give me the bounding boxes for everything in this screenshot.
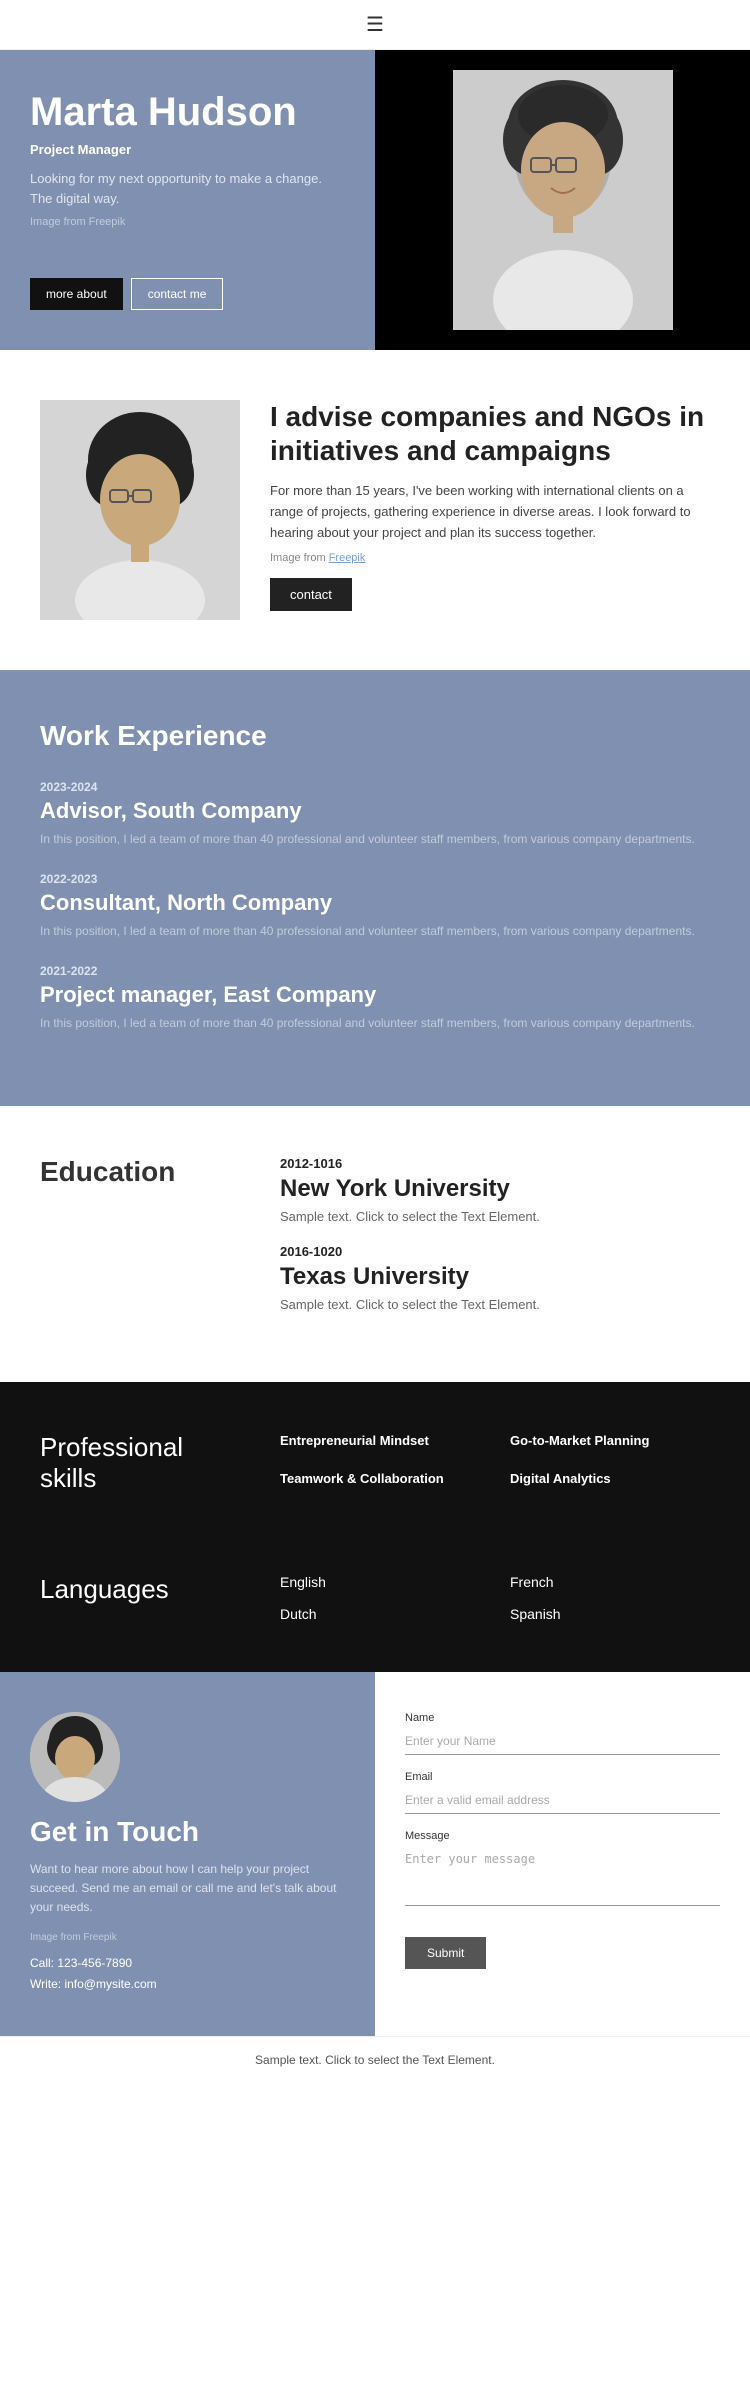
language-english: English xyxy=(280,1574,480,1590)
work-desc-2: In this position, I led a team of more t… xyxy=(40,922,710,940)
hamburger-icon[interactable]: ☰ xyxy=(366,12,384,37)
contact-left-panel: Get in Touch Want to hear more about how… xyxy=(0,1672,375,2036)
hero-right-panel xyxy=(375,50,750,350)
message-input[interactable] xyxy=(405,1846,720,1906)
language-french: French xyxy=(510,1574,710,1590)
language-spanish: Spanish xyxy=(510,1606,710,1622)
work-experience-section: Work Experience 2023-2024 Advisor, South… xyxy=(0,670,750,1106)
edu-desc-1: Sample text. Click to select the Text El… xyxy=(280,1209,710,1224)
work-years-2: 2022-2023 xyxy=(40,872,710,886)
contact-heading: Get in Touch xyxy=(30,1816,345,1848)
name-label: Name xyxy=(405,1712,720,1724)
contact-phone: Call: 123-456-7890 xyxy=(30,1953,345,1975)
work-entry-2: 2022-2023 Consultant, North Company In t… xyxy=(40,872,710,940)
contact-email-info: Write: info@mysite.com xyxy=(30,1974,345,1996)
hero-image-credit: Image from Freepik xyxy=(30,216,345,228)
work-title-2: Consultant, North Company xyxy=(40,890,710,916)
about-photo xyxy=(40,400,240,620)
contact-text: Want to hear more about how I can help y… xyxy=(30,1860,345,1918)
name-input[interactable] xyxy=(405,1728,720,1755)
edu-desc-2: Sample text. Click to select the Text El… xyxy=(280,1297,710,1312)
skill-item-2: Go-to-Market Planning xyxy=(510,1432,710,1450)
work-section-title: Work Experience xyxy=(40,720,710,752)
edu-institution-1: New York University xyxy=(280,1175,710,1203)
email-input[interactable] xyxy=(405,1787,720,1814)
edu-entry-2: 2016-1020 Texas University Sample text. … xyxy=(280,1244,710,1312)
education-title: Education xyxy=(40,1156,240,1188)
work-years-3: 2021-2022 xyxy=(40,964,710,978)
hero-name: Marta Hudson xyxy=(30,90,345,134)
skill-item-3: Teamwork & Collaboration xyxy=(280,1470,480,1488)
hero-section: Marta Hudson Project Manager Looking for… xyxy=(0,50,750,350)
about-content: I advise companies and NGOs in initiativ… xyxy=(270,400,710,611)
contact-form-panel: Name Email Message Submit xyxy=(375,1672,750,2036)
language-dutch: Dutch xyxy=(280,1606,480,1622)
top-navigation[interactable]: ☰ xyxy=(0,0,750,50)
hero-left-panel: Marta Hudson Project Manager Looking for… xyxy=(0,50,375,350)
contact-me-button[interactable]: contact me xyxy=(131,278,224,310)
skill-item-1: Entrepreneurial Mindset xyxy=(280,1432,480,1450)
message-label: Message xyxy=(405,1830,720,1842)
contact-image-credit: Image from Freepik xyxy=(30,1932,345,1943)
skills-section: Professional skills Entrepreneurial Mind… xyxy=(0,1382,750,1544)
contact-photo xyxy=(30,1712,120,1802)
email-label: Email xyxy=(405,1771,720,1783)
contact-section: Get in Touch Want to hear more about how… xyxy=(0,1672,750,2036)
name-field: Name xyxy=(405,1712,720,1755)
work-years-1: 2023-2024 xyxy=(40,780,710,794)
education-left: Education xyxy=(40,1156,240,1332)
contact-info: Call: 123-456-7890 Write: info@mysite.co… xyxy=(30,1953,345,1996)
edu-years-2: 2016-1020 xyxy=(280,1244,710,1259)
skill-item-4: Digital Analytics xyxy=(510,1470,710,1488)
edu-institution-2: Texas University xyxy=(280,1263,710,1291)
skills-section-title: Professional skills xyxy=(40,1432,240,1494)
hero-description: Looking for my next opportunity to make … xyxy=(30,169,345,208)
languages-section-title: Languages xyxy=(40,1574,240,1605)
footer-text: Sample text. Click to select the Text El… xyxy=(255,2053,495,2067)
about-text: For more than 15 years, I've been workin… xyxy=(270,481,710,543)
about-heading: I advise companies and NGOs in initiativ… xyxy=(270,400,710,467)
education-section: Education 2012-1016 New York University … xyxy=(0,1106,750,1382)
work-entry-3: 2021-2022 Project manager, East Company … xyxy=(40,964,710,1032)
footer: Sample text. Click to select the Text El… xyxy=(0,2036,750,2083)
work-title-3: Project manager, East Company xyxy=(40,982,710,1008)
submit-button[interactable]: Submit xyxy=(405,1937,486,1969)
edu-entry-1: 2012-1016 New York University Sample tex… xyxy=(280,1156,710,1224)
hero-buttons: more about contact me xyxy=(30,278,345,310)
languages-grid: English French Dutch Spanish xyxy=(280,1574,710,1622)
email-field: Email xyxy=(405,1771,720,1814)
message-field: Message xyxy=(405,1830,720,1911)
work-entry-1: 2023-2024 Advisor, South Company In this… xyxy=(40,780,710,848)
languages-section: Languages English French Dutch Spanish xyxy=(0,1544,750,1672)
contact-button[interactable]: contact xyxy=(270,578,352,611)
about-section: I advise companies and NGOs in initiativ… xyxy=(0,350,750,670)
about-image-credit: Image from Freepik xyxy=(270,552,710,564)
hero-title: Project Manager xyxy=(30,142,345,157)
edu-years-1: 2012-1016 xyxy=(280,1156,710,1171)
work-desc-3: In this position, I led a team of more t… xyxy=(40,1014,710,1032)
hero-photo xyxy=(453,70,673,330)
skills-grid: Entrepreneurial Mindset Go-to-Market Pla… xyxy=(280,1432,710,1488)
more-about-button[interactable]: more about xyxy=(30,278,123,310)
work-desc-1: In this position, I led a team of more t… xyxy=(40,830,710,848)
education-right: 2012-1016 New York University Sample tex… xyxy=(280,1156,710,1332)
freepik-link[interactable]: Freepik xyxy=(329,552,366,564)
work-title-1: Advisor, South Company xyxy=(40,798,710,824)
